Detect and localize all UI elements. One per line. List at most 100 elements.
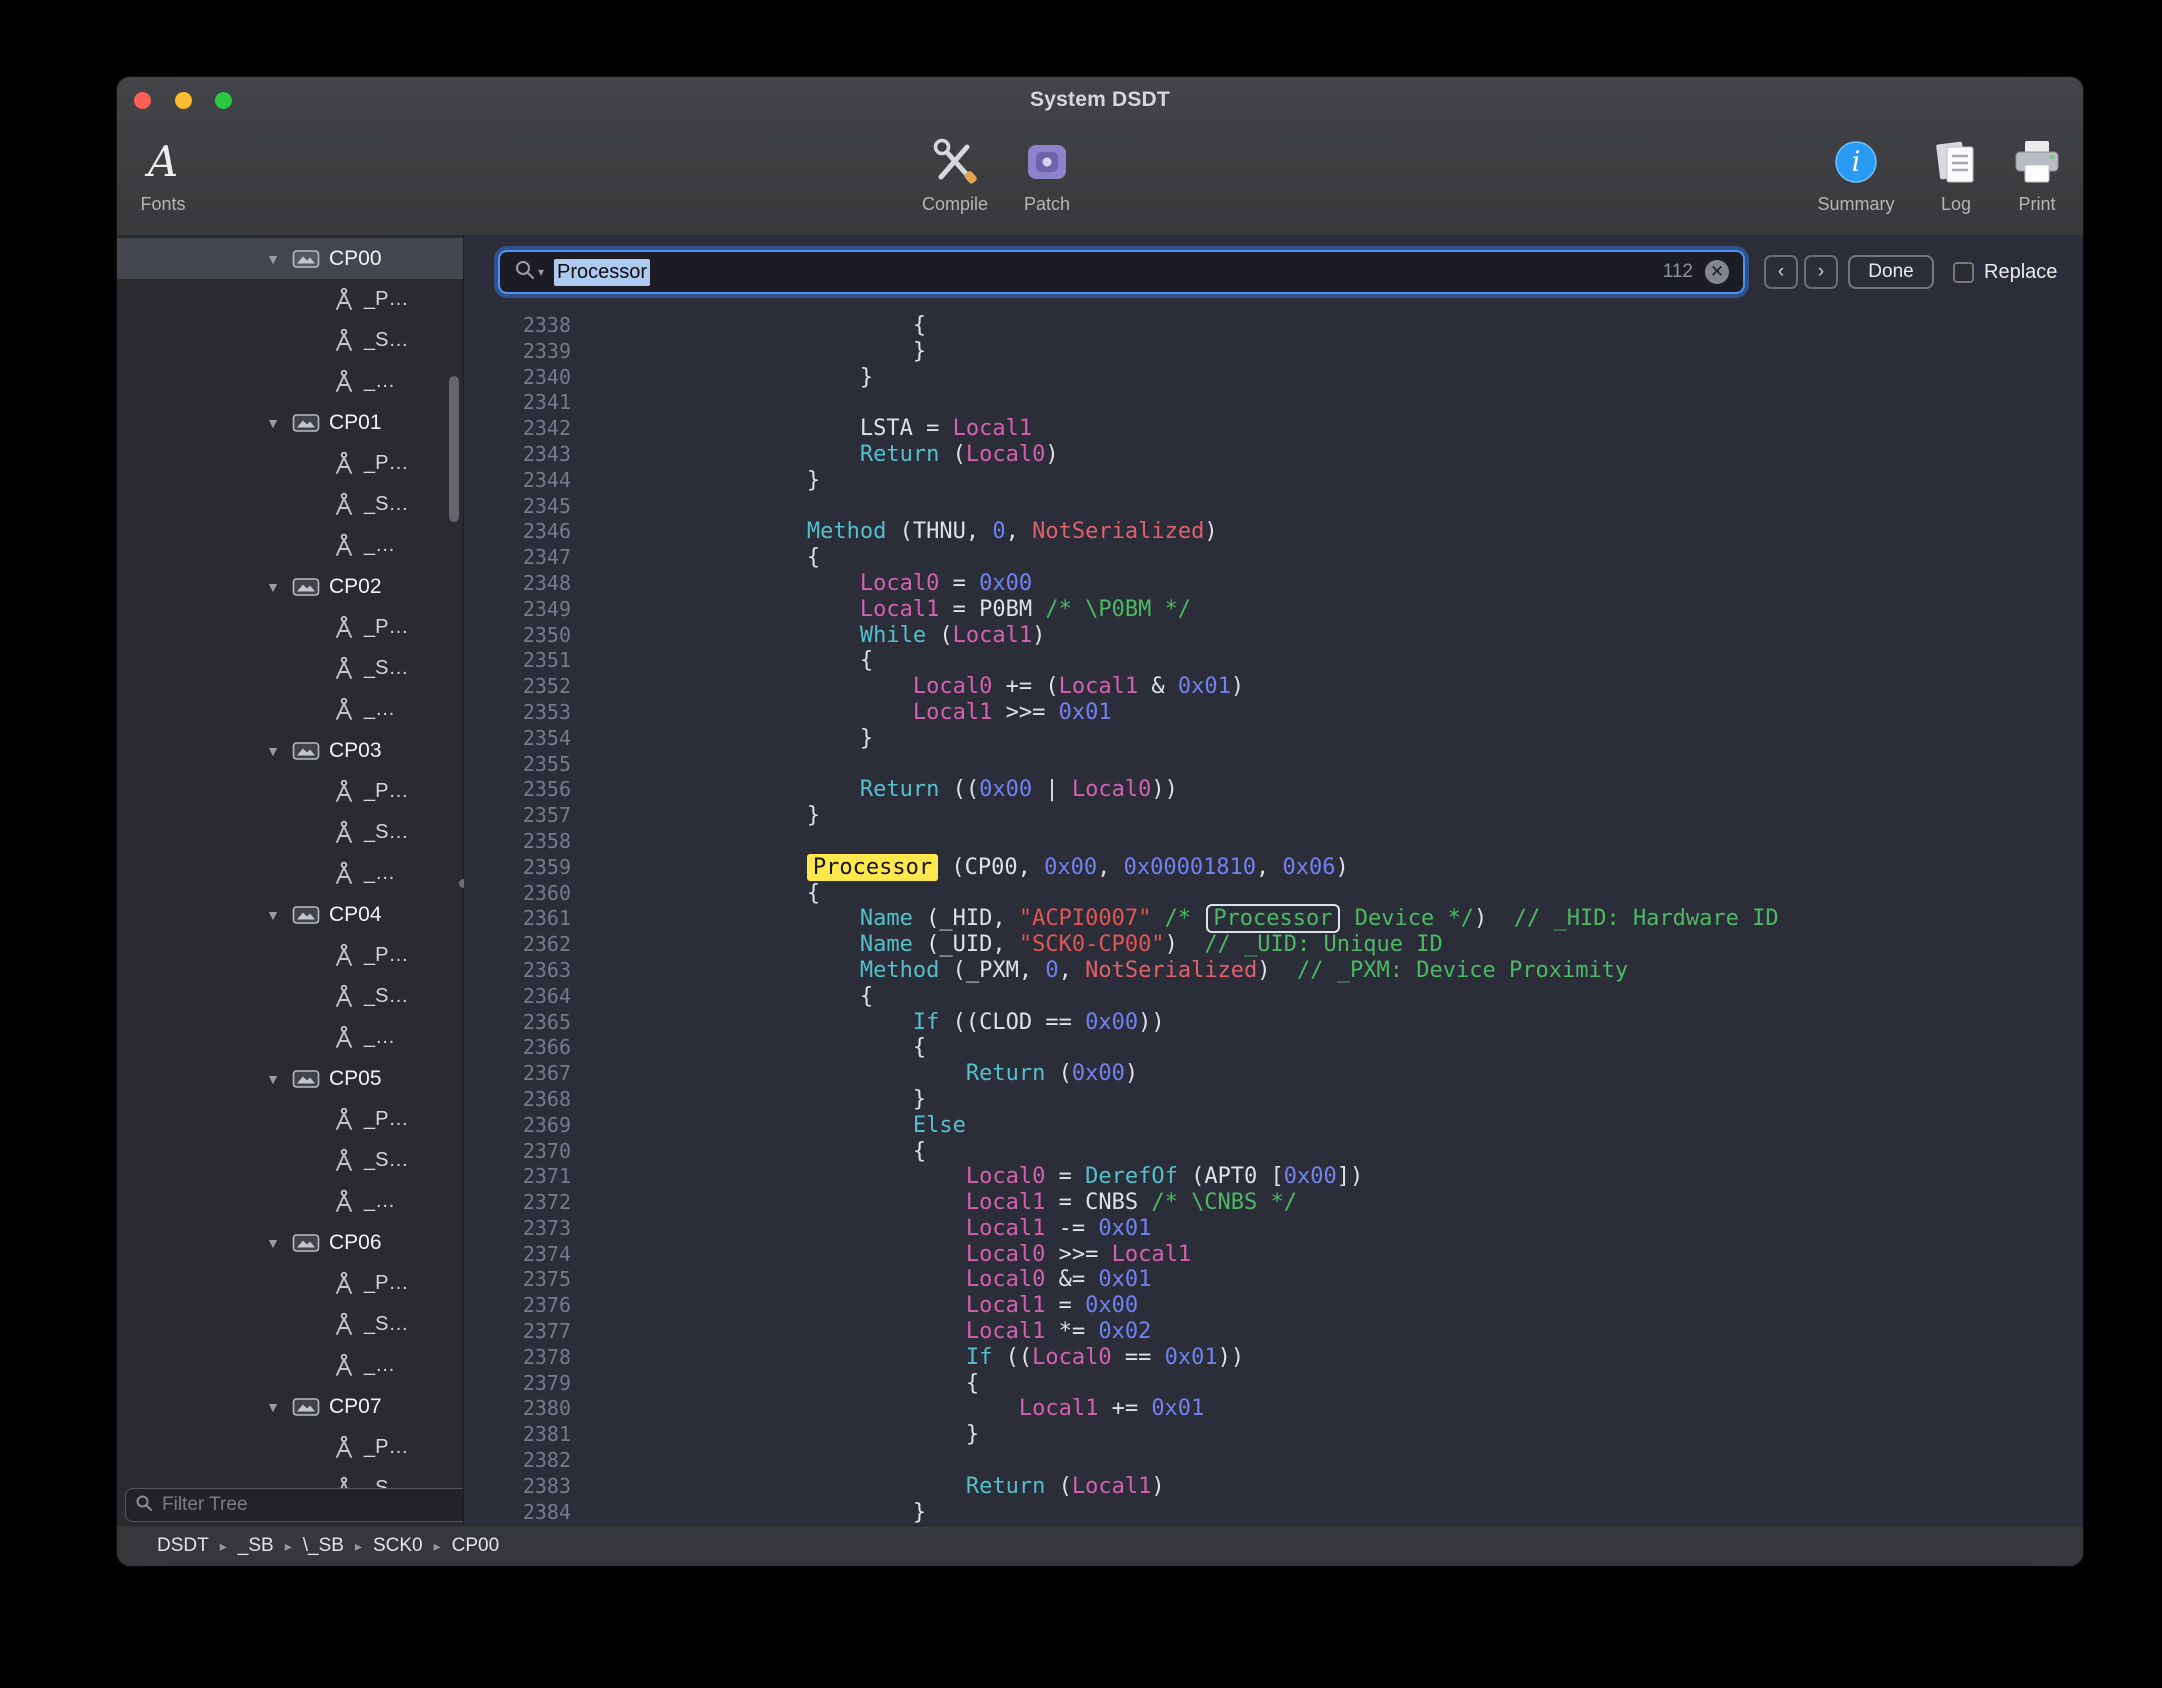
tree-item[interactable]: _P… (117, 771, 463, 812)
triangle-down-icon[interactable]: ▼ (263, 1235, 283, 1251)
code-line: 2374 Local0 >>= Local1 (464, 1242, 2083, 1268)
tree-item[interactable]: _P… (117, 1427, 463, 1468)
method-icon (333, 1148, 355, 1173)
tree-item[interactable]: _S… (117, 812, 463, 853)
sidebar-scrollbar-thumb[interactable] (449, 376, 459, 522)
method-icon (333, 1107, 355, 1132)
compile-button[interactable]: Compile (905, 135, 1005, 215)
line-number: 2376 (464, 1293, 571, 1319)
breadcrumb-item[interactable]: CP00 (452, 1535, 500, 1556)
tree-group-cp04[interactable]: ▼ CP04 (117, 894, 463, 935)
tree-item-label: _… (364, 1190, 395, 1213)
code-line: 2370 { (464, 1139, 2083, 1165)
tree-item[interactable]: _S… (117, 648, 463, 689)
code-line: 2362 Name (_UID, "SCK0-CP00") // _UID: U… (464, 932, 2083, 958)
tree-group-cp00[interactable]: ▼CP00 (117, 238, 463, 279)
breadcrumb-separator-icon: ▸ (434, 1538, 441, 1554)
code-line: 2350 While (Local1) (464, 623, 2083, 649)
fonts-button[interactable]: A Fonts (117, 135, 213, 215)
code-line: 2353 Local1 >>= 0x01 (464, 700, 2083, 726)
line-number: 2338 (464, 313, 571, 339)
tree-group-cp01[interactable]: ▼CP01 (117, 402, 463, 443)
line-number: 2375 (464, 1267, 571, 1293)
tree-item[interactable]: _… (117, 853, 463, 894)
code-line: 2368 } (464, 1087, 2083, 1113)
code-line: 2343 Return (Local0) (464, 442, 2083, 468)
next-match-button[interactable]: › (1804, 255, 1838, 289)
triangle-down-icon[interactable]: ▼ (263, 1399, 283, 1415)
filter-tree-field[interactable] (125, 1488, 463, 1522)
filter-tree-input[interactable] (160, 1493, 463, 1517)
breadcrumb-item[interactable]: \_SB (303, 1535, 344, 1556)
tree-item[interactable]: _P… (117, 935, 463, 976)
tree-item[interactable]: _… (117, 525, 463, 566)
triangle-down-icon[interactable]: ▼ (263, 743, 283, 759)
code-line: 2341 (464, 390, 2083, 416)
tree-item-label: _… (364, 534, 395, 557)
breadcrumb-item[interactable]: SCK0 (373, 1535, 423, 1556)
method-icon (333, 287, 355, 312)
code-line: 2383 Return (Local1) (464, 1474, 2083, 1500)
triangle-down-icon[interactable]: ▼ (263, 1071, 283, 1087)
tree-item[interactable]: _P… (117, 443, 463, 484)
tree-item[interactable]: _P… (117, 1099, 463, 1140)
search-icon (135, 1494, 153, 1517)
line-number: 2357 (464, 803, 571, 829)
line-number: 2339 (464, 339, 571, 365)
clear-icon[interactable]: ✕ (1705, 260, 1729, 284)
code-lines: 2338 {2339 }2340 }23412342 LSTA = Local1… (464, 313, 2083, 1525)
patch-button[interactable]: Patch (997, 135, 1097, 215)
code-line: 2359 Processor (CP00, 0x00, 0x00001810, … (464, 855, 2083, 881)
app-window: System DSDT A Fonts Compile (117, 77, 2083, 1566)
triangle-down-icon[interactable]: ▼ (263, 251, 283, 267)
method-icon (333, 943, 355, 968)
code-line: 2364 { (464, 984, 2083, 1010)
previous-match-button[interactable]: ‹ (1764, 255, 1798, 289)
line-number: 2345 (464, 494, 571, 520)
patch-icon (1023, 135, 1071, 189)
chevron-down-icon[interactable]: ▾ (538, 265, 544, 279)
breadcrumb-item[interactable]: _SB (238, 1535, 274, 1556)
tree-item[interactable]: _P… (117, 1263, 463, 1304)
tree-group-label: CP04 (329, 903, 382, 927)
line-number: 2350 (464, 623, 571, 649)
tree-item[interactable]: _S… (117, 1304, 463, 1345)
tree-item[interactable]: _… (117, 1345, 463, 1386)
tree-group-cp07[interactable]: ▼CP07 (117, 1386, 463, 1427)
find-input[interactable]: ▾ Processor 112 ✕ (498, 250, 1745, 294)
tree-item[interactable]: _P… (117, 607, 463, 648)
tree-group-cp06[interactable]: ▼CP06 (117, 1222, 463, 1263)
breadcrumb-item[interactable]: DSDT (157, 1535, 209, 1556)
code-line: 2344 } (464, 468, 2083, 494)
tree-group-cp03[interactable]: ▼CP03 (117, 730, 463, 771)
tree-item[interactable]: _S… (117, 1140, 463, 1181)
tree-item[interactable]: _P… (117, 279, 463, 320)
line-number: 2365 (464, 1010, 571, 1036)
print-button[interactable]: Print (1987, 135, 2083, 215)
tree-item[interactable]: _S… (117, 484, 463, 525)
triangle-down-icon[interactable]: ▼ (263, 579, 283, 595)
tree-item[interactable]: _… (117, 689, 463, 730)
code-line: 2351 { (464, 648, 2083, 674)
line-number: 2377 (464, 1319, 571, 1345)
tree-item[interactable]: _S… (117, 976, 463, 1017)
method-icon (333, 984, 355, 1009)
line-number: 2352 (464, 674, 571, 700)
done-button[interactable]: Done (1848, 255, 1934, 289)
line-number: 2354 (464, 726, 571, 752)
summary-button[interactable]: i Summary (1806, 135, 1906, 215)
replace-checkbox[interactable] (1953, 262, 1974, 283)
triangle-down-icon[interactable]: ▼ (263, 415, 283, 431)
line-number: 2366 (464, 1035, 571, 1061)
tree-item[interactable]: _S… (117, 320, 463, 361)
tree-group-cp05[interactable]: ▼CP05 (117, 1058, 463, 1099)
tree-group-cp02[interactable]: ▼CP02 (117, 566, 463, 607)
method-icon (333, 656, 355, 681)
tree-item[interactable]: _… (117, 1017, 463, 1058)
triangle-down-icon[interactable]: ▼ (263, 907, 283, 923)
code-editor[interactable]: ▾ Processor 112 ✕ ‹ › Done Replace 2338 … (464, 235, 2083, 1525)
tree-item[interactable]: _… (117, 361, 463, 402)
tree-item-label: _P… (364, 1272, 408, 1295)
tree-item[interactable]: _… (117, 1181, 463, 1222)
line-number: 2373 (464, 1216, 571, 1242)
